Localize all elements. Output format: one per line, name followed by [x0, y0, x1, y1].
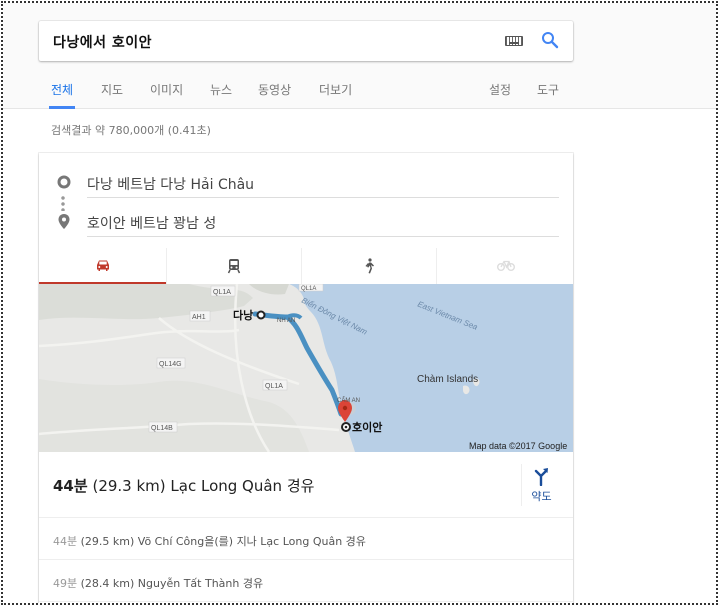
route-summary[interactable]: 44분 (29.3 km) Lạc Long Quân 경유 약도	[39, 452, 573, 518]
alt-route-2-detail: (28.4 km) Nguyễn Tất Thành 경유	[80, 577, 264, 590]
walking-icon	[365, 258, 374, 274]
route-map[interactable]: QL1A AH1 QL14G QL1A QL14B QL1A NH AN CẨM…	[39, 284, 573, 452]
tab-more[interactable]: 더보기	[319, 81, 352, 109]
route-fork-icon	[534, 468, 548, 486]
mode-walking[interactable]	[302, 248, 437, 284]
route-duration: 44분	[53, 477, 88, 495]
route-detail: (29.3 km) Lạc Long Quân 경유	[92, 477, 315, 495]
tab-all[interactable]: 전체	[48, 81, 76, 109]
origin-circle-icon	[57, 175, 71, 189]
directions-card: 다낭 베트남 다낭 Hải Châu 호이안 베트남 꽝남 성 QL1A AH1…	[39, 153, 573, 603]
car-icon	[96, 260, 109, 271]
map-label-dest-city: 호이안	[352, 420, 382, 434]
map-label-ql14b: QL14B	[151, 425, 173, 432]
alt-route-2[interactable]: 49분 (28.4 km) Nguyễn Tất Thành 경유	[39, 560, 573, 602]
map-canvas: QL1A AH1 QL14G QL1A QL14B QL1A NH AN CẨM…	[39, 284, 573, 452]
bicycle-icon	[497, 260, 515, 271]
result-stats: 검색결과 약 780,000개 (0.41초)	[51, 124, 211, 137]
map-label-cham-islands: Chàm Islands	[417, 374, 478, 385]
mode-driving[interactable]	[39, 248, 167, 284]
destination-row[interactable]: 호이안 베트남 꽝남 성	[39, 207, 573, 239]
map-attribution: Map data ©2017 Google	[469, 441, 567, 451]
browser-frame: 다낭에서 호이안 전체 지도 이미지 뉴스 동영상 더보기 설정 도구 검색결과…	[1, 1, 718, 605]
map-label-nhan: NH AN	[277, 318, 295, 324]
alt-route-1-detail: (29.5 km) Võ Chí Công을(를) 지나 Lạc Long Qu…	[80, 535, 366, 548]
origin-row[interactable]: 다낭 베트남 다낭 Hải Châu	[39, 168, 573, 200]
alt-route-1-duration: 44분	[53, 535, 78, 548]
map-label-ql1a-top: QL1A	[213, 289, 231, 296]
directions-button-label: 약도	[531, 490, 552, 503]
search-tabs: 전체 지도 이미지 뉴스 동영상 더보기 설정 도구	[39, 81, 716, 109]
destination-field[interactable]: 호이안 베트남 꽝남 성	[87, 213, 559, 237]
route-summary-text: 44분 (29.3 km) Lạc Long Quân 경유	[53, 475, 314, 496]
mode-transit[interactable]	[167, 248, 302, 284]
map-label-ql14g: QL14G	[159, 361, 182, 368]
tab-tools[interactable]: 도구	[537, 81, 559, 109]
keyboard-icon[interactable]	[505, 36, 523, 46]
search-input[interactable]: 다낭에서 호이안	[53, 32, 152, 52]
alt-route-1[interactable]: 44분 (29.5 km) Võ Chí Công을(를) 지나 Lạc Lon…	[39, 518, 573, 560]
directions-button[interactable]: 약도	[521, 464, 561, 506]
origin-field[interactable]: 다낭 베트남 다낭 Hải Châu	[87, 174, 559, 198]
search-icon[interactable]	[541, 31, 559, 49]
map-label-ql1a-low: QL1A	[301, 286, 316, 292]
search-header: 다낭에서 호이안 전체 지도 이미지 뉴스 동영상 더보기 설정 도구	[3, 3, 716, 109]
map-label-ql1a-mid: QL1A	[265, 383, 283, 390]
alt-route-2-duration: 49분	[53, 577, 78, 590]
travel-mode-tabs	[39, 248, 573, 284]
tab-news[interactable]: 뉴스	[210, 81, 232, 109]
tab-videos[interactable]: 동영상	[258, 81, 291, 109]
map-label-ah1: AH1	[192, 314, 206, 321]
origin-marker-icon	[256, 310, 266, 320]
tab-images[interactable]: 이미지	[150, 81, 183, 109]
map-label-origin-city: 다낭	[233, 308, 253, 322]
map-label-cam-an: CẨM AN	[337, 397, 360, 404]
search-box[interactable]: 다낭에서 호이안	[39, 21, 573, 61]
tab-maps[interactable]: 지도	[101, 81, 123, 109]
tab-settings[interactable]: 설정	[489, 81, 511, 109]
mode-cycling[interactable]	[437, 248, 573, 284]
destination-pin-icon	[58, 214, 70, 229]
train-icon	[227, 259, 241, 274]
